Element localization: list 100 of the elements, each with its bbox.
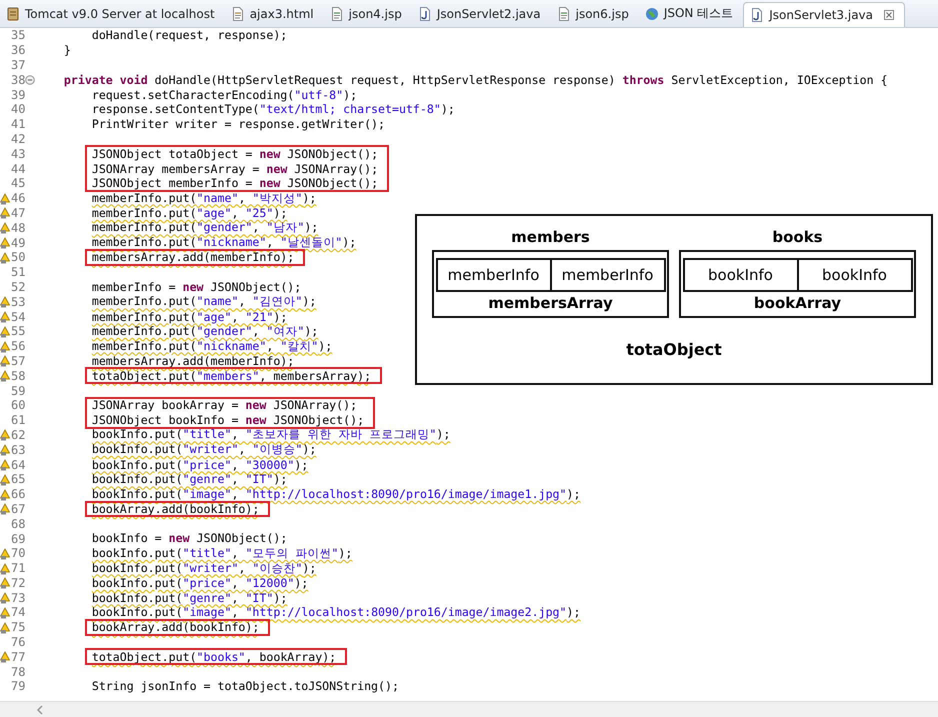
line-number: 53 bbox=[11, 294, 26, 309]
line-number: 73 bbox=[11, 590, 26, 605]
line-number: 44 bbox=[11, 162, 26, 176]
line-number: 42 bbox=[11, 132, 26, 146]
line-number: 39 bbox=[11, 88, 26, 102]
line-number: 78 bbox=[11, 664, 26, 679]
editor-tab[interactable]: JSON 테스트 bbox=[638, 0, 744, 27]
line-number: 59 bbox=[11, 384, 26, 398]
code-line: memberInfo.put("nickname", "날센돌이"); bbox=[90, 235, 356, 250]
code-line: PrintWriter writer = response.getWriter(); bbox=[90, 117, 386, 132]
line-number: 46 bbox=[11, 191, 26, 206]
line-number: 52 bbox=[11, 280, 26, 294]
line-number: 60 bbox=[11, 398, 26, 412]
object-box: bookInfo bbox=[682, 258, 798, 292]
object-box: memberInfo bbox=[436, 258, 552, 292]
code-line: totaObject.put("members", membersArray); bbox=[90, 368, 372, 383]
line-number: 41 bbox=[11, 117, 26, 132]
line-number: 40 bbox=[11, 102, 26, 116]
object-box: memberInfo bbox=[552, 258, 666, 292]
code-line: private void doHandle(HttpServletRequest request, HttpServletResponse response) throws ServletException, IOException { bbox=[62, 72, 888, 87]
code-line: bookInfo.put("price", "12000"); bbox=[90, 576, 308, 590]
line-number: 49 bbox=[11, 236, 26, 250]
line-number: 64 bbox=[11, 458, 26, 472]
line-number: 57 bbox=[11, 354, 26, 368]
code-line: bookInfo.put("image", "http://localhost:8090/pro16/image/image1.jpg"); bbox=[90, 487, 580, 502]
line-number: 61 bbox=[11, 413, 26, 428]
editor-tab[interactable]: ajax3.html bbox=[224, 0, 324, 27]
file-icon bbox=[230, 6, 245, 20]
code-line: } bbox=[62, 43, 71, 58]
code-line: bookInfo.put("writer", "이병승"); bbox=[90, 442, 316, 458]
editor-tab[interactable]: json6.jsp bbox=[550, 0, 639, 27]
code-line: bookInfo.put("image", "http://localhost:8090/pro16/image/image2.jpg"); bbox=[90, 605, 580, 620]
line-number: 69 bbox=[11, 532, 26, 546]
line-number: 74 bbox=[11, 605, 26, 620]
line-number: 62 bbox=[11, 428, 26, 442]
line-number: 37 bbox=[11, 58, 26, 72]
code-line: memberInfo.put("name", "박지성"); bbox=[90, 190, 316, 206]
diagram-label: books bbox=[772, 228, 823, 248]
line-number: 58 bbox=[11, 368, 26, 383]
line-number: 67 bbox=[11, 502, 26, 516]
code-line: response.setContentType("text/html; charset=utf-8"); bbox=[90, 102, 455, 116]
line-number: 38 bbox=[11, 72, 26, 87]
line-number: 48 bbox=[11, 220, 26, 235]
line-number: 51 bbox=[11, 265, 26, 280]
code-line: membersArray.add(memberInfo); bbox=[90, 250, 294, 264]
line-number: 75 bbox=[11, 620, 26, 634]
line-number: 68 bbox=[11, 516, 26, 531]
line-number: 45 bbox=[11, 176, 26, 190]
java-file-icon bbox=[750, 8, 764, 22]
editor-tab[interactable]: JsonServlet3.java bbox=[743, 2, 906, 27]
line-number: 50 bbox=[11, 250, 26, 264]
code-line: memberInfo.put("age", "25"); bbox=[90, 206, 288, 220]
globe-icon bbox=[644, 6, 659, 20]
code-line: bookInfo.put("genre", "IT"); bbox=[90, 472, 288, 486]
file-icon bbox=[330, 6, 344, 20]
line-number: 65 bbox=[11, 472, 26, 486]
code-line: memberInfo.put("name", "김연아"); bbox=[90, 294, 316, 310]
diagram-label: membersArray bbox=[488, 294, 613, 312]
line-number: 36 bbox=[11, 43, 26, 58]
line-number: 47 bbox=[11, 206, 26, 220]
code-line: bookInfo.put("title", "모두의 파이썬"); bbox=[90, 546, 352, 561]
line-number: 56 bbox=[11, 339, 26, 354]
diagram-label: totaObject bbox=[626, 340, 722, 359]
object-box: bookInfo bbox=[798, 258, 912, 292]
line-number: 63 bbox=[11, 442, 26, 457]
code-line: JSONObject bookInfo = new JSONObject(); bbox=[90, 413, 364, 428]
code-line: totaObject.put("books", bookArray); bbox=[90, 650, 336, 664]
file-icon bbox=[556, 6, 571, 20]
code-line: bookInfo.put("writer", "이승찬"); bbox=[90, 560, 316, 576]
line-number: 76 bbox=[11, 635, 26, 650]
code-line: JSONObject totaObject = new JSONObject(); bbox=[90, 146, 378, 161]
code-line: memberInfo.put("age", "21"); bbox=[90, 310, 288, 324]
code-line: String jsonInfo = totaObject.toJSONString(); bbox=[90, 679, 399, 694]
close-icon[interactable] bbox=[884, 10, 894, 20]
line-number: 43 bbox=[11, 146, 26, 161]
code-line: bookInfo = new JSONObject(); bbox=[90, 531, 288, 546]
editor-tab[interactable]: JsonServlet2.java bbox=[412, 0, 551, 27]
code-line: memberInfo = new JSONObject(); bbox=[90, 280, 302, 294]
code-line: JSONArray bookArray = new JSONArray(); bbox=[90, 398, 358, 412]
horizontal-scrollbar[interactable] bbox=[0, 701, 938, 717]
code-line: bookInfo.put("price", "30000"); bbox=[90, 458, 308, 472]
line-number: 70 bbox=[11, 546, 26, 560]
code-line: memberInfo.put("gender", "여자"); bbox=[90, 324, 318, 339]
line-number: 77 bbox=[11, 650, 26, 664]
code-line: doHandle(request, response); bbox=[90, 28, 288, 42]
code-line: bookArray.add(bookInfo); bbox=[90, 620, 260, 634]
line-number: 72 bbox=[11, 576, 26, 590]
collapse-icon[interactable] bbox=[25, 74, 35, 85]
line-number: 79 bbox=[11, 679, 26, 694]
diagram-label: bookArray bbox=[754, 294, 842, 312]
code-line: request.setCharacterEncoding("utf-8"); bbox=[90, 88, 358, 102]
line-number: 54 bbox=[11, 310, 26, 324]
line-number: 35 bbox=[11, 28, 26, 42]
line-number: 71 bbox=[11, 561, 26, 576]
editor-tab[interactable]: json4.jsp bbox=[324, 0, 412, 27]
code-line: memberInfo.put("nickname", "칼치"); bbox=[90, 338, 332, 354]
server-icon bbox=[6, 6, 20, 20]
editor-tab[interactable]: Tomcat v9.0 Server at localhost bbox=[0, 0, 225, 27]
code-line: JSONArray membersArray = new JSONArray(); bbox=[90, 162, 378, 176]
code-line: JSONObject memberInfo = new JSONObject(); bbox=[90, 176, 378, 190]
